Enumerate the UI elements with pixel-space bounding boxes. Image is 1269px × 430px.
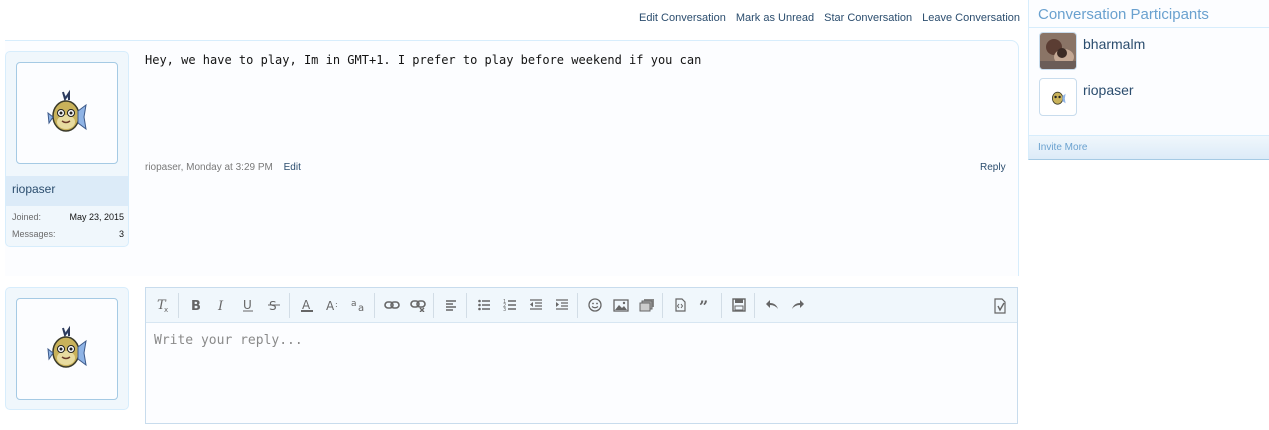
unlink-icon[interactable] [405,293,431,318]
message-container [5,40,1019,276]
joined-row: Joined: May 23, 2015 [12,212,124,222]
toggle-bbcode-icon[interactable] [987,293,1013,318]
mark-unread-link[interactable]: Mark as Unread [736,12,814,24]
star-conversation-link[interactable]: Star Conversation [824,12,912,24]
save-draft-icon[interactable] [726,293,752,318]
fish-avatar-icon [47,325,87,368]
participants-title: Conversation Participants [1038,6,1209,23]
svg-text:I: I [217,299,224,312]
quote-icon[interactable]: ” [693,293,719,318]
avatar[interactable] [16,298,118,400]
edit-message-link[interactable]: Edit [284,162,301,173]
edit-conversation-link[interactable]: Edit Conversation [639,12,726,24]
svg-text:x: x [164,306,168,313]
leave-conversation-link[interactable]: Leave Conversation [922,12,1020,24]
outdent-icon[interactable] [523,293,549,318]
numbered-list-icon[interactable]: 123 [497,293,523,318]
reply-user-block [5,287,129,410]
reply-editor: Tx B I U S A A: aa 123 [145,287,1018,424]
toolbar-group-list: 123 [471,292,578,318]
underline-icon[interactable]: U [235,293,261,318]
bullet-list-icon[interactable] [471,293,497,318]
toolbar-group-format: Tx [150,292,179,318]
svg-text:3: 3 [503,307,506,312]
messages-label: Messages: [12,229,56,239]
toolbar-group-code: ” [667,292,722,318]
svg-text:A: A [302,298,311,312]
messages-row: Messages: 3 [12,229,124,239]
remove-format-icon[interactable]: Tx [150,293,176,318]
italic-icon[interactable]: I [209,293,235,318]
font-color-icon[interactable]: A [294,293,320,318]
conversation-actions: Edit Conversation Mark as Unread Star Co… [639,12,1020,24]
participant-name[interactable]: riopaser [1083,82,1134,116]
media-icon[interactable] [634,293,660,318]
align-icon[interactable] [438,293,464,318]
message-body: Hey, we have to play, Im in GMT+1. I pre… [145,53,702,67]
image-icon[interactable] [608,293,634,318]
avatar[interactable] [1039,32,1077,70]
svg-text:B: B [191,299,201,312]
message-user-block: riopaser Joined: May 23, 2015 Messages: … [5,51,129,247]
message-meta: riopaser, Monday at 3:29 PM Edit [145,162,301,173]
svg-text:U: U [243,298,252,312]
toolbar-group-align [438,292,467,318]
conversation-page: Edit Conversation Mark as Unread Star Co… [0,0,1269,430]
indent-icon[interactable] [549,293,575,318]
svg-text:”: ” [699,298,708,312]
undo-icon[interactable] [759,293,785,318]
joined-value: May 23, 2015 [69,212,124,222]
toolbar-group-insert [582,292,663,318]
avatar[interactable] [16,62,118,164]
joined-label: Joined: [12,212,42,222]
strikethrough-icon[interactable]: S [261,293,287,318]
reply-textarea[interactable] [146,324,1017,423]
font-family-icon[interactable]: aa [346,293,372,318]
avatar[interactable] [1039,78,1077,116]
code-icon[interactable] [667,293,693,318]
fish-avatar-icon [1052,91,1066,105]
participant-item[interactable]: bharmalm [1039,32,1145,70]
messages-value: 3 [118,229,124,239]
participants-sidebar: Conversation Participants bharmalm riopa… [1028,0,1269,160]
reply-link[interactable]: Reply [980,162,1006,173]
svg-text::: : [335,300,338,309]
smilie-icon[interactable] [582,293,608,318]
bold-icon[interactable]: B [183,293,209,318]
participant-item[interactable]: riopaser [1039,78,1134,116]
svg-text:a: a [351,299,357,309]
link-icon[interactable] [379,293,405,318]
message-author-date: riopaser, Monday at 3:29 PM [145,162,273,173]
redo-icon[interactable] [785,293,811,318]
toolbar-group-draft [726,292,755,318]
divider [1029,27,1269,28]
toolbar-group-font: A A: aa [294,292,375,318]
fish-avatar-icon [47,89,87,132]
svg-text:A: A [326,299,335,312]
toolbar-group-history [759,293,813,318]
photo-avatar-icon [1040,33,1076,69]
font-size-icon[interactable]: A: [320,293,346,318]
invite-more-link[interactable]: Invite More [1029,135,1269,159]
svg-text:a: a [358,303,364,312]
toolbar-group-link [379,292,434,318]
message-author[interactable]: riopaser [6,176,128,206]
editor-toolbar: Tx B I U S A A: aa 123 [146,288,1017,323]
toolbar-group-text: B I U S [183,292,290,318]
participant-name[interactable]: bharmalm [1083,36,1145,70]
